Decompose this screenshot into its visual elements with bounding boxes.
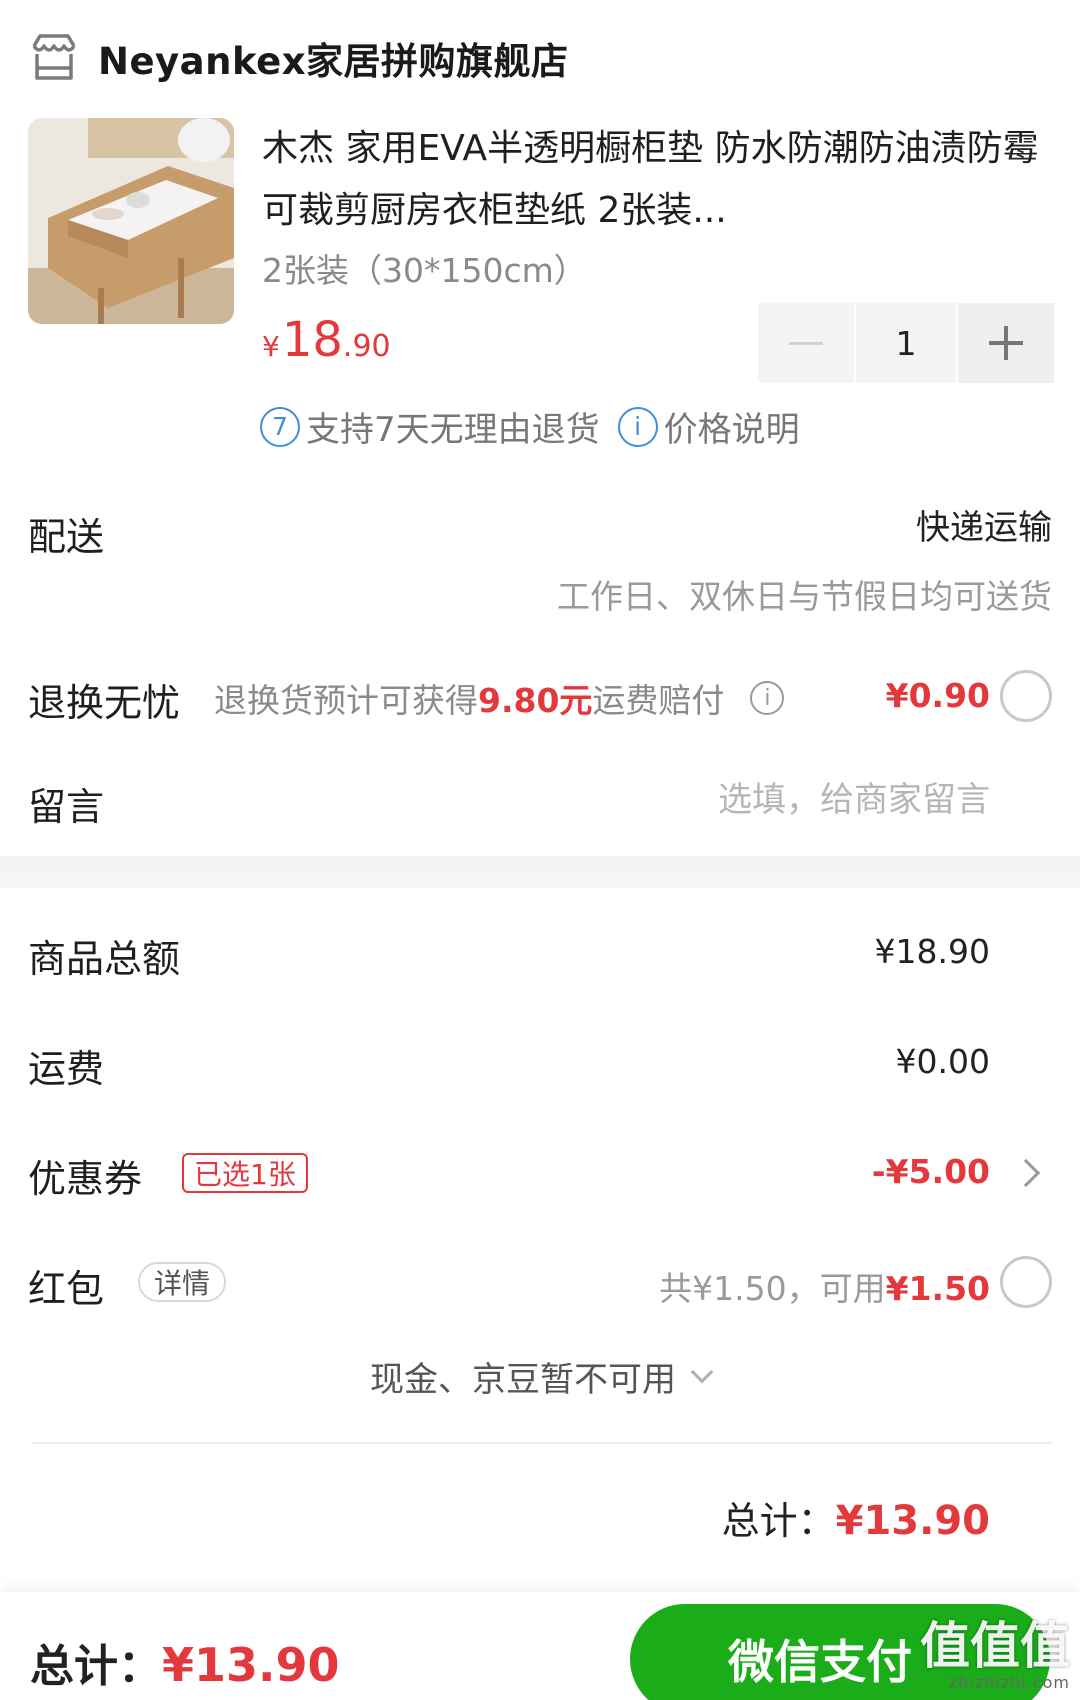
site-watermark: 值值值 zhizhizhi.com bbox=[920, 1619, 1070, 1692]
price-integer: 18 bbox=[281, 312, 343, 368]
coupon-label[interactable]: 优惠券 bbox=[28, 1148, 142, 1203]
delivery-label: 配送 bbox=[28, 515, 105, 559]
product-photo bbox=[28, 118, 234, 324]
watermark-logo: 值值值 bbox=[920, 1617, 1070, 1675]
chevron-right-icon[interactable] bbox=[1011, 1158, 1041, 1188]
bottom-bar: 总计： ¥13.90 微信支付 值值值 zhizhizhi.com bbox=[0, 1592, 1080, 1700]
shop-header[interactable]: Neyankex家居拼购旗舰店 bbox=[28, 28, 569, 88]
red-packet-detail-button[interactable]: 详情 bbox=[138, 1262, 227, 1302]
bottom-total: 总计： ¥13.90 bbox=[30, 1630, 340, 1694]
cash-beans-note: 现金、京豆暂不可用 bbox=[370, 1360, 676, 1400]
return-insurance-radio[interactable] bbox=[1000, 670, 1052, 722]
product-title[interactable]: 木杰 家用EVA半透明橱柜垫 防水防潮防油渍防霉可裁剪厨房衣柜垫纸 2张装... bbox=[262, 118, 1052, 242]
red-packet-summary: 共¥1.50，可用¥1.50 bbox=[659, 1269, 990, 1308]
goods-total-label: 商品总额 bbox=[28, 937, 181, 981]
shipping-label: 运费 bbox=[28, 1047, 105, 1091]
bottom-total-value: ¥13.90 bbox=[162, 1638, 340, 1692]
delivery-note: 工作日、双休日与节假日均可送货 bbox=[557, 577, 1052, 616]
cash-beans-toggle[interactable]: 现金、京豆暂不可用 bbox=[0, 1352, 1080, 1401]
info-icon[interactable]: i bbox=[750, 681, 785, 715]
return-insurance-desc: 退换货预计可获得 9.80元 运费赔付 i bbox=[214, 674, 785, 722]
order-total-label: 总计： bbox=[721, 1499, 836, 1543]
checkout-page: Neyankex家居拼购旗舰店 木杰 家用EVA半透明橱柜垫 防水防潮防油渍防霉… bbox=[0, 0, 1080, 1700]
wechat-pay-label: 微信支付 bbox=[728, 1635, 912, 1689]
price-explanation-link[interactable]: 价格说明 bbox=[664, 402, 800, 451]
quantity-stepper: 1 bbox=[758, 303, 1054, 383]
red-packet-label: 红包 bbox=[28, 1267, 105, 1311]
product-spec[interactable]: 2张装（30*150cm） bbox=[262, 244, 587, 292]
red-packet-radio[interactable] bbox=[1000, 1256, 1052, 1308]
decrease-button[interactable] bbox=[758, 303, 854, 383]
order-total-value: ¥13.90 bbox=[835, 1498, 990, 1544]
goods-total-value: ¥18.90 bbox=[874, 932, 990, 971]
minus-icon bbox=[789, 341, 823, 345]
delivery-method[interactable]: 快递运输 bbox=[916, 500, 1052, 549]
shipping-value: ¥0.00 bbox=[895, 1042, 990, 1081]
product-price: ¥ 18 .90 bbox=[262, 312, 391, 368]
return-insurance-price: ¥0.90 bbox=[885, 676, 990, 715]
message-label: 留言 bbox=[28, 785, 105, 829]
info-icon: i bbox=[617, 406, 658, 447]
return-compensation-amount: 9.80元 bbox=[478, 681, 593, 720]
seven-day-return-icon: 7 bbox=[260, 406, 300, 447]
message-input[interactable]: 选填，给商家留言 bbox=[718, 772, 990, 821]
price-decimal: .90 bbox=[342, 329, 391, 364]
seven-day-return-text[interactable]: 支持7天无理由退货 bbox=[306, 402, 600, 451]
order-total: 总计： ¥13.90 bbox=[722, 1490, 990, 1545]
shop-name: Neyankex家居拼购旗舰店 bbox=[98, 40, 569, 83]
chevron-down-icon bbox=[690, 1360, 714, 1383]
return-insurance-label: 退换无忧 bbox=[28, 681, 181, 725]
service-row: 7 支持7天无理由退货 i 价格说明 bbox=[260, 402, 800, 451]
watermark-url: zhizhizhi.com bbox=[948, 1673, 1070, 1692]
section-divider bbox=[0, 856, 1080, 888]
quantity-value[interactable]: 1 bbox=[854, 303, 958, 383]
increase-button[interactable] bbox=[958, 303, 1054, 383]
coupon-badge[interactable]: 已选1张 bbox=[182, 1153, 308, 1193]
coupon-value[interactable]: -¥5.00 bbox=[872, 1152, 990, 1191]
store-icon bbox=[32, 34, 76, 80]
product-image[interactable] bbox=[28, 118, 234, 324]
divider bbox=[32, 1442, 1052, 1444]
bottom-total-label: 总计： bbox=[30, 1641, 162, 1692]
red-packet-value: ¥1.50 bbox=[885, 1269, 990, 1308]
price-currency: ¥ bbox=[262, 330, 280, 363]
